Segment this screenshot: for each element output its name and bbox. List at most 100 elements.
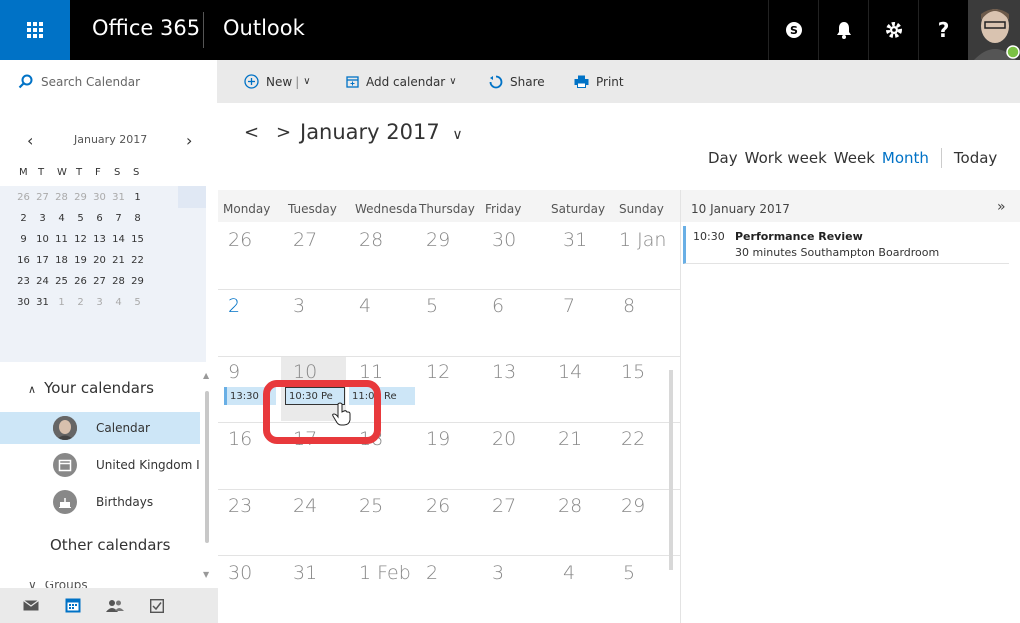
left-pane-scrollbar[interactable]: [205, 391, 209, 543]
settings-button[interactable]: [868, 0, 918, 60]
user-avatar-button[interactable]: [968, 0, 1020, 60]
mini-calendar-next-button[interactable]: ›: [186, 131, 192, 150]
day-number[interactable]: 19: [426, 428, 450, 450]
mini-calendar-day[interactable]: 13: [90, 234, 109, 245]
day-number[interactable]: 24: [293, 495, 317, 517]
day-number[interactable]: 29: [621, 495, 645, 517]
day-number[interactable]: 2: [228, 295, 240, 317]
day-number[interactable]: 30: [228, 562, 252, 584]
mini-calendar-day[interactable]: 8: [128, 213, 147, 224]
expand-pane-icon[interactable]: »: [997, 199, 1006, 215]
new-button[interactable]: New | ∨: [244, 60, 311, 103]
mini-calendar-day[interactable]: 28: [52, 192, 71, 203]
mini-calendar-day[interactable]: 30: [90, 192, 109, 203]
day-number[interactable]: 27: [492, 495, 516, 517]
day-number[interactable]: 31: [563, 229, 587, 251]
view-work-week[interactable]: Work week: [745, 149, 827, 167]
your-calendars-header[interactable]: ∧ Your calendars: [28, 379, 154, 397]
search-input[interactable]: Search Calendar: [0, 60, 218, 103]
prev-month-button[interactable]: <: [244, 122, 259, 143]
print-button[interactable]: Print: [574, 60, 624, 103]
day-number[interactable]: 26: [228, 229, 252, 251]
mini-calendar-day[interactable]: 27: [33, 192, 52, 203]
mini-calendar-day[interactable]: 3: [33, 213, 52, 224]
calendar-button[interactable]: [62, 596, 84, 616]
day-number[interactable]: 26: [426, 495, 450, 517]
chevron-down-icon[interactable]: ∨: [303, 76, 310, 87]
day-number[interactable]: 3: [293, 295, 305, 317]
mini-calendar-day[interactable]: 14: [109, 234, 128, 245]
day-number[interactable]: 29: [426, 229, 450, 251]
app-launcher-button[interactable]: [0, 0, 70, 60]
day-number[interactable]: 12: [426, 361, 450, 383]
mail-button[interactable]: [20, 596, 42, 616]
mini-calendar-day[interactable]: 22: [128, 255, 147, 266]
day-number[interactable]: 22: [621, 428, 645, 450]
app-title[interactable]: Outlook: [223, 16, 305, 40]
day-number[interactable]: 3: [492, 562, 504, 584]
calendar-title[interactable]: January 2017 ∨: [300, 120, 463, 144]
mini-calendar-title[interactable]: January 2017: [74, 133, 147, 146]
mini-calendar-day[interactable]: 31: [109, 192, 128, 203]
mini-calendar-day[interactable]: 16: [14, 255, 33, 266]
share-button[interactable]: Share: [489, 60, 545, 103]
agenda-event[interactable]: 10:30 Performance Review 30 minutes Sout…: [683, 226, 1009, 264]
view-month[interactable]: Month: [882, 149, 929, 167]
mini-calendar-day[interactable]: 11: [52, 234, 71, 245]
calendar-item-calendar[interactable]: Calendar: [0, 412, 200, 444]
mini-calendar-day[interactable]: 3: [90, 297, 109, 308]
skype-button[interactable]: S: [768, 0, 818, 60]
people-button[interactable]: [104, 596, 126, 616]
mini-calendar-day[interactable]: 7: [109, 213, 128, 224]
mini-calendar-day[interactable]: 26: [71, 276, 90, 287]
day-number[interactable]: 2: [426, 562, 438, 584]
scroll-down-icon[interactable]: ▼: [203, 570, 209, 579]
view-day[interactable]: Day: [708, 149, 738, 167]
today-button[interactable]: Today: [954, 149, 997, 167]
mini-calendar-day[interactable]: 19: [71, 255, 90, 266]
day-number[interactable]: 1 Jan: [619, 229, 666, 251]
mini-calendar-day[interactable]: 4: [52, 213, 71, 224]
other-calendars-header[interactable]: Other calendars: [50, 536, 170, 554]
mini-calendar-day[interactable]: 20: [90, 255, 109, 266]
day-number[interactable]: 8: [623, 295, 635, 317]
mini-calendar-day[interactable]: 1: [128, 192, 147, 203]
tasks-button[interactable]: [146, 596, 168, 616]
mini-calendar-day[interactable]: 5: [71, 213, 90, 224]
day-number[interactable]: 28: [558, 495, 582, 517]
mini-calendar-day[interactable]: 28: [109, 276, 128, 287]
mini-calendar-prev-button[interactable]: ‹: [27, 131, 33, 150]
mini-calendar-day[interactable]: 12: [71, 234, 90, 245]
view-week[interactable]: Week: [834, 149, 875, 167]
day-number[interactable]: 4: [563, 562, 575, 584]
mini-calendar-day[interactable]: 5: [128, 297, 147, 308]
mini-calendar-day[interactable]: 24: [33, 276, 52, 287]
mini-calendar-day[interactable]: 4: [109, 297, 128, 308]
mini-calendar-day[interactable]: 9: [14, 234, 33, 245]
mini-calendar-day[interactable]: 15: [128, 234, 147, 245]
day-number[interactable]: 31: [293, 562, 317, 584]
day-number[interactable]: 28: [359, 229, 383, 251]
day-number[interactable]: 4: [359, 295, 371, 317]
mini-calendar-day[interactable]: 29: [71, 192, 90, 203]
mini-calendar-day[interactable]: 18: [52, 255, 71, 266]
day-number[interactable]: 5: [426, 295, 438, 317]
day-number[interactable]: 5: [623, 562, 635, 584]
mini-calendar-day[interactable]: 2: [14, 213, 33, 224]
mini-calendar-day[interactable]: 6: [90, 213, 109, 224]
help-button[interactable]: ?: [918, 0, 968, 60]
add-calendar-button[interactable]: Add calendar ∨: [346, 60, 457, 103]
mini-calendar-day[interactable]: 23: [14, 276, 33, 287]
day-number[interactable]: 16: [228, 428, 252, 450]
mini-calendar-day[interactable]: 1: [52, 297, 71, 308]
day-number[interactable]: 30: [492, 229, 516, 251]
mini-calendar-day[interactable]: 10: [33, 234, 52, 245]
notifications-button[interactable]: [818, 0, 868, 60]
mini-calendar-day[interactable]: 2: [71, 297, 90, 308]
day-number[interactable]: 20: [492, 428, 516, 450]
day-number[interactable]: 7: [563, 295, 575, 317]
mini-calendar-day[interactable]: 25: [52, 276, 71, 287]
mini-calendar-day[interactable]: 27: [90, 276, 109, 287]
day-number[interactable]: 15: [621, 361, 645, 383]
day-number[interactable]: 21: [558, 428, 582, 450]
